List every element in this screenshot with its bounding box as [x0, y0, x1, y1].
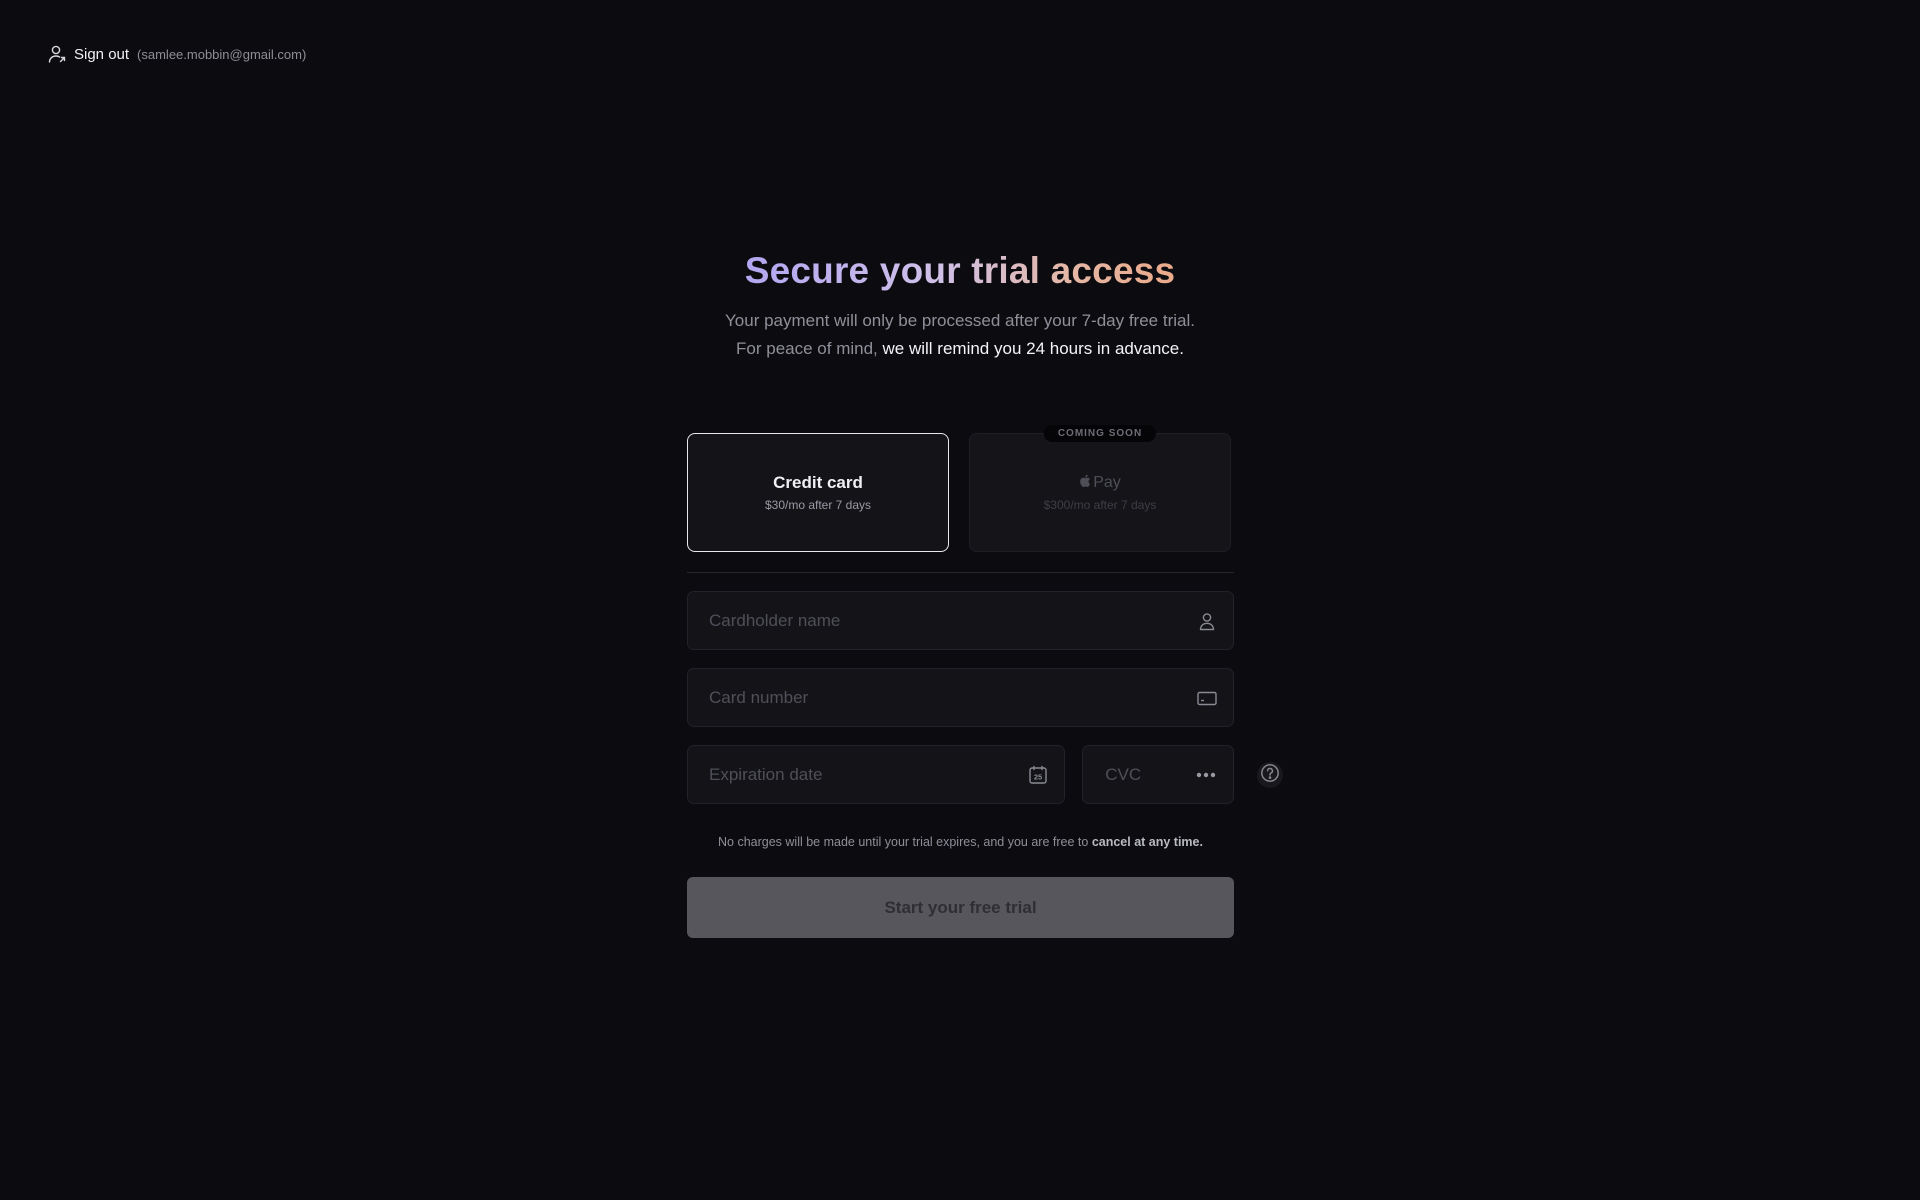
- subtitle-line-1: Your payment will only be processed afte…: [725, 311, 1195, 330]
- person-icon: [1197, 611, 1217, 631]
- coming-soon-badge: COMING SOON: [1043, 425, 1157, 442]
- cardholder-name-input[interactable]: [688, 592, 1233, 649]
- expiration-date-field: 25: [687, 745, 1066, 804]
- payment-page: Sign out (samlee.mobbin@gmail.com) Secur…: [0, 0, 1920, 1200]
- apple-pay-option-label: Pay: [1093, 474, 1121, 491]
- subtitle-line-2: For peace of mind, we will remind you 24…: [0, 335, 1920, 363]
- apple-pay-option[interactable]: COMING SOON Pay $300/mo after 7 days: [969, 425, 1231, 552]
- user-signout-icon: [48, 44, 66, 64]
- dots-icon: [1195, 765, 1217, 785]
- apple-pay-option-price: $300/mo after 7 days: [1043, 497, 1157, 512]
- account-email: (samlee.mobbin@gmail.com): [137, 46, 307, 62]
- card-number-field: [687, 668, 1234, 727]
- cardholder-name-field: [687, 591, 1234, 650]
- cvc-help-button[interactable]: [1257, 762, 1283, 788]
- notice-text: No charges will be made until your trial…: [718, 835, 1092, 849]
- expiration-date-input[interactable]: [688, 746, 1065, 803]
- page-subtitle: Your payment will only be processed afte…: [0, 307, 1920, 363]
- page-title: Secure your trial access: [744, 250, 1176, 291]
- apple-logo-icon: [1079, 474, 1091, 493]
- credit-card-option-price: $30/mo after 7 days: [764, 498, 872, 512]
- no-charge-notice: No charges will be made until your trial…: [687, 835, 1234, 849]
- payment-method-selector: Credit card $30/mo after 7 days COMING S…: [687, 425, 1234, 552]
- divider: [687, 572, 1234, 573]
- credit-card-option-title: Credit card: [773, 473, 863, 492]
- apple-pay-option-title: Pay: [1079, 474, 1121, 493]
- expiry-cvc-row: 25: [687, 745, 1283, 822]
- cvc-field: [1082, 745, 1234, 804]
- card-number-input[interactable]: [688, 669, 1233, 726]
- subtitle-line-2-emphasis: we will remind you 24 hours in advance.: [882, 339, 1184, 358]
- hero: Secure your trial access Your payment wi…: [0, 250, 1920, 363]
- question-mark-icon: [1260, 763, 1280, 788]
- start-trial-button[interactable]: Start your free trial: [687, 877, 1234, 938]
- calendar-icon: 25: [1028, 765, 1048, 785]
- calendar-day-label: 25: [1034, 772, 1042, 781]
- sign-out-link[interactable]: Sign out (samlee.mobbin@gmail.com): [48, 44, 306, 64]
- subtitle-line-2-prefix: For peace of mind,: [736, 339, 883, 358]
- sign-out-label: Sign out: [74, 45, 130, 63]
- notice-emphasis: cancel at any time.: [1091, 835, 1203, 849]
- credit-card-icon: [1197, 688, 1217, 708]
- payment-form: Credit card $30/mo after 7 days COMING S…: [687, 425, 1283, 938]
- credit-card-option[interactable]: Credit card $30/mo after 7 days: [687, 433, 949, 552]
